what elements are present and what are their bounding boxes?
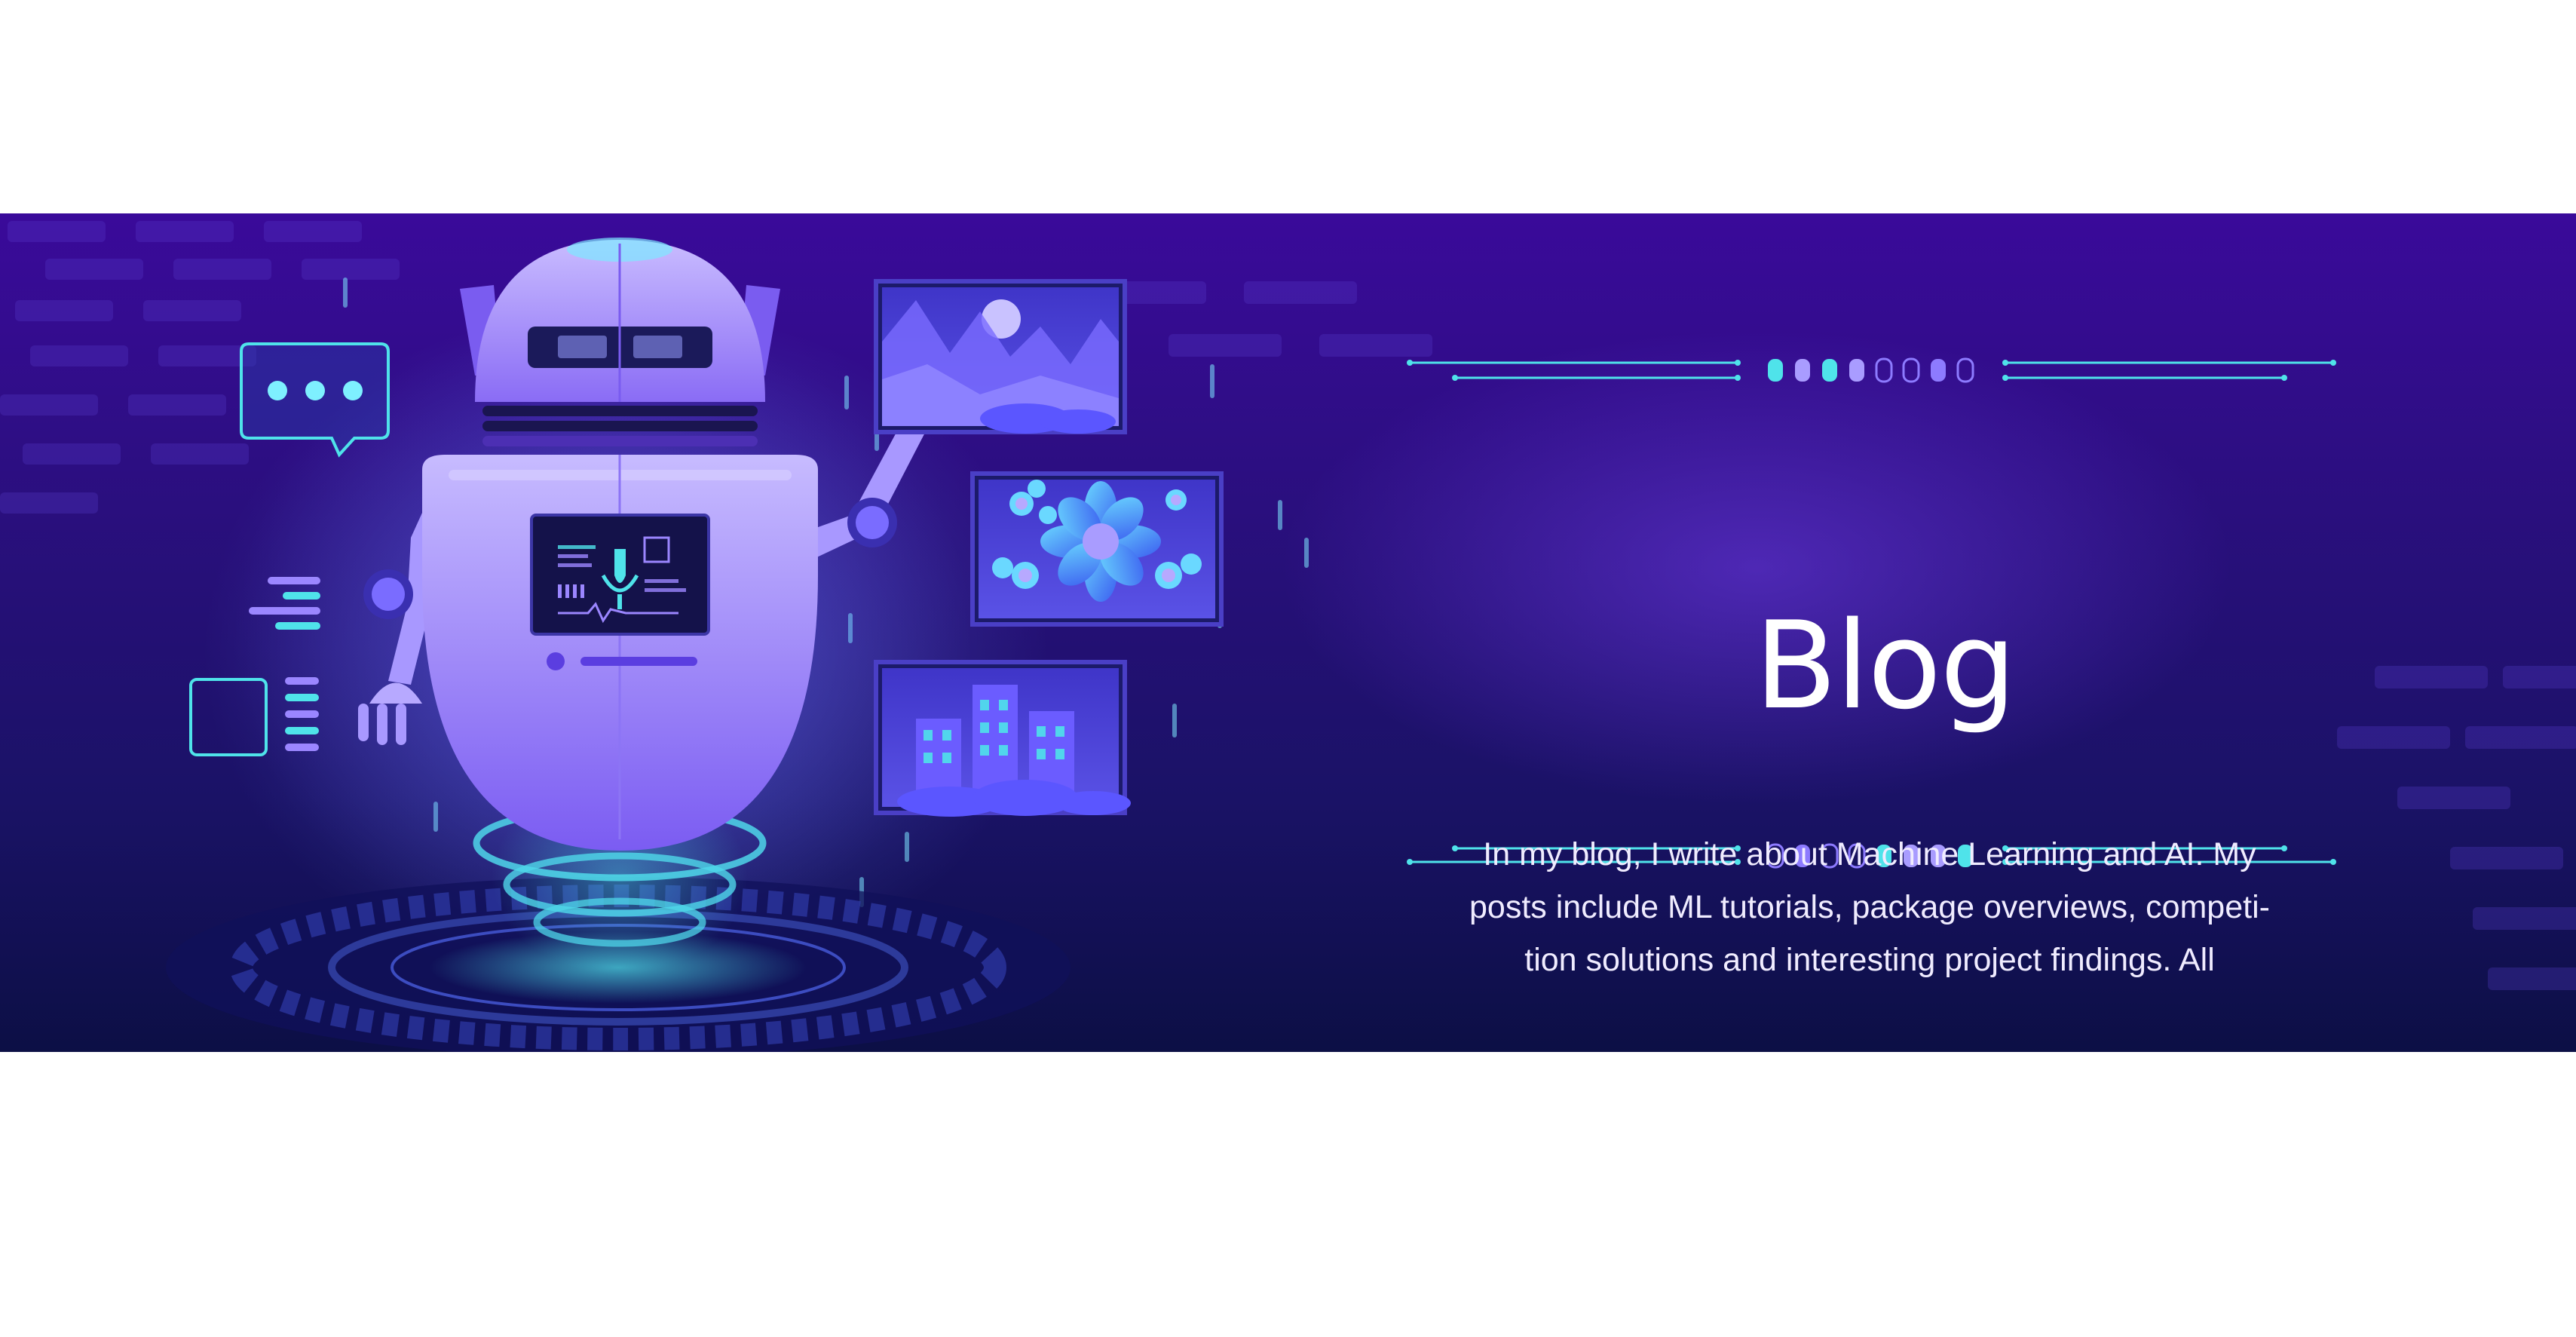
blog-hero-banner: Blog In my blog, I write about Machine L… — [0, 213, 2576, 1052]
blog-description: In my blog, I write about Machine Learni… — [1469, 836, 2270, 978]
landscape-image-icon — [874, 279, 1127, 434]
top-divider — [1407, 357, 2336, 383]
page-title: Blog — [1754, 595, 2017, 736]
chat-bubble-icon — [240, 342, 390, 458]
city-image-icon — [874, 660, 1131, 817]
flowers-image-icon — [970, 471, 1224, 627]
